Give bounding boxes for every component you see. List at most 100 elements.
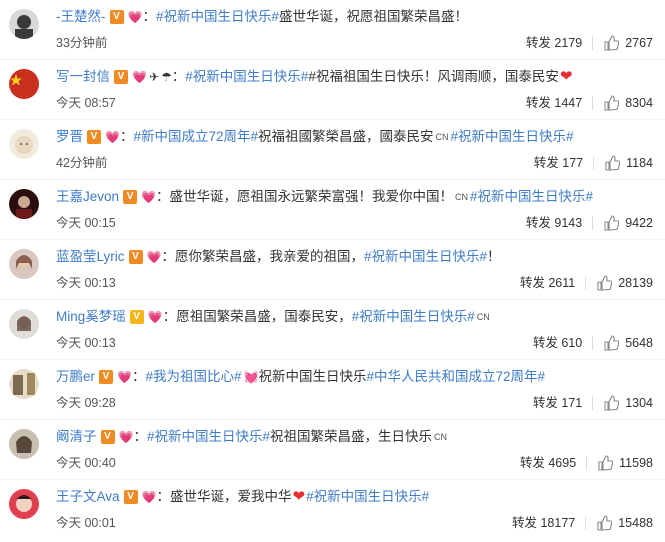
- avatar[interactable]: [9, 129, 39, 159]
- list-item: 蓝盈莹Lyric V 💗 ：愿你繁荣昌盛，我亲爱的祖国， #祝新中国生日快乐# …: [0, 240, 665, 300]
- list-item: 罗晋 V 💗 ： #新中国成立72周年# 祝福祖國繁榮昌盛，國泰民安 CN #祝…: [0, 120, 665, 180]
- hashtag[interactable]: #祝新中国生日快乐#: [185, 67, 308, 87]
- timestamp[interactable]: 33分钟前: [56, 35, 107, 51]
- username[interactable]: 罗晋: [56, 127, 83, 147]
- heart-icon: ❤: [292, 488, 306, 505]
- like-count: 8304: [625, 96, 653, 110]
- avatar[interactable]: [9, 369, 39, 399]
- verified-badge-icon: V: [87, 130, 101, 144]
- like-count: 5648: [625, 336, 653, 350]
- timestamp[interactable]: 42分钟前: [56, 155, 107, 171]
- divider: [585, 516, 587, 530]
- china-flag-icon: CN: [433, 432, 447, 442]
- divider: [592, 396, 594, 410]
- heart-hands-icon: 💗: [118, 430, 134, 444]
- like-button[interactable]: 2767: [603, 35, 653, 51]
- list-item: -王楚然- V 💗 ： #祝新中国生日快乐# 盛世华诞，祝愿祖国繁荣昌盛！ 33…: [0, 0, 665, 60]
- hashtag[interactable]: #中华人民共和国成立72周年#: [366, 367, 545, 387]
- username[interactable]: 写一封信: [56, 67, 110, 87]
- timestamp[interactable]: 今天 00:40: [56, 455, 116, 471]
- timestamp[interactable]: 今天 08:57: [56, 95, 116, 111]
- repost-button[interactable]: 转发 4695: [520, 455, 576, 471]
- like-button[interactable]: 5648: [603, 335, 653, 351]
- divider: [592, 36, 594, 50]
- avatar[interactable]: [9, 189, 39, 219]
- repost-button[interactable]: 转发 9143: [526, 215, 582, 231]
- repost-button[interactable]: 转发 2179: [526, 35, 582, 51]
- timestamp[interactable]: 今天 00:13: [56, 275, 116, 291]
- like-button[interactable]: 28139: [596, 275, 653, 291]
- avatar[interactable]: [9, 489, 39, 519]
- post-text: 祝祖国繁荣昌盛，生日快乐: [269, 429, 432, 444]
- repost-button[interactable]: 转发 177: [534, 155, 583, 171]
- post-text: ：盛世华诞，爱我中华: [156, 489, 292, 504]
- thumbs-up-icon: [604, 95, 620, 111]
- avatar[interactable]: [9, 69, 39, 99]
- hashtag[interactable]: #祝新中国生日快乐#: [156, 7, 279, 27]
- like-button[interactable]: 1184: [604, 155, 653, 171]
- username[interactable]: 万鹏er: [56, 367, 95, 387]
- paper-plane-icon: ✈: [148, 70, 160, 84]
- like-button[interactable]: 9422: [603, 215, 653, 231]
- avatar[interactable]: [9, 429, 39, 459]
- hashtag[interactable]: #祝新中国生日快乐#: [147, 427, 270, 447]
- like-button[interactable]: 8304: [603, 95, 653, 111]
- heart-hands-icon: 💗: [105, 130, 120, 144]
- list-item: 王嘉Jevon V 💗 ：盛世华诞，愿祖国永远繁荣富强！我爱你中国！ CN #祝…: [0, 180, 665, 240]
- avatar[interactable]: [9, 9, 39, 39]
- like-button[interactable]: 1304: [603, 395, 653, 411]
- hashtag[interactable]: #祝新中国生日快乐#: [306, 487, 429, 507]
- divider: [593, 156, 595, 170]
- hashtag[interactable]: #我为祖国比心#: [145, 367, 241, 387]
- avatar[interactable]: [9, 309, 39, 339]
- hashtag[interactable]: #祝新中国生日快乐#: [364, 247, 487, 267]
- like-button[interactable]: 11598: [597, 455, 653, 471]
- heart-icon: ❤: [559, 68, 573, 85]
- timestamp[interactable]: 今天 00:15: [56, 215, 116, 231]
- verified-badge-icon: V: [109, 10, 124, 24]
- like-count: 1304: [625, 396, 653, 410]
- verified-badge-icon: V: [123, 490, 138, 504]
- username[interactable]: 阚清子: [56, 427, 97, 447]
- repost-button[interactable]: 转发 2611: [520, 275, 575, 291]
- divider: [592, 96, 594, 110]
- timestamp[interactable]: 今天 00:13: [56, 335, 116, 351]
- like-count: 11598: [619, 456, 653, 470]
- verified-badge-icon: V: [114, 70, 128, 84]
- post-text: ：愿祖国繁荣昌盛，国泰民安，: [162, 309, 352, 324]
- post-text: 祝福祖國繁榮昌盛，國泰民安: [258, 129, 434, 144]
- timestamp[interactable]: 今天 00:01: [56, 515, 116, 531]
- username[interactable]: 王嘉Jevon: [56, 187, 119, 207]
- heart-hands-icon: 💗: [141, 490, 157, 504]
- timestamp[interactable]: 今天 09:28: [56, 395, 116, 411]
- username[interactable]: -王楚然-: [56, 7, 106, 27]
- list-item: 王子文Ava V 💗 ：盛世华诞，爱我中华 ❤ #祝新中国生日快乐# 今天 00…: [0, 480, 665, 540]
- repost-button[interactable]: 转发 171: [533, 395, 582, 411]
- post-text: 祝新中国生日快乐: [258, 369, 367, 384]
- username[interactable]: Ming奚梦瑶: [56, 307, 126, 327]
- china-flag-icon: CN: [476, 312, 490, 322]
- list-item: 万鹏er V 💗 ： #我为祖国比心# 💓 祝新中国生日快乐 #中华人民共和国成…: [0, 360, 665, 420]
- avatar[interactable]: [9, 249, 39, 279]
- thumbs-up-icon: [597, 275, 613, 291]
- divider: [592, 336, 594, 350]
- repost-button[interactable]: 转发 18177: [512, 515, 575, 531]
- list-item: 阚清子 V 💗 ： #祝新中国生日快乐# 祝祖国繁荣昌盛，生日快乐 CN 今天 …: [0, 420, 665, 480]
- hashtag[interactable]: #新中国成立72周年#: [133, 127, 258, 147]
- username[interactable]: 王子文Ava: [56, 487, 120, 507]
- post-text: ：愿你繁荣昌盛，我亲爱的祖国，: [161, 249, 364, 264]
- pink-heart-icon: 💓: [243, 370, 259, 384]
- hashtag[interactable]: #祝新中国生日快乐#: [470, 187, 593, 207]
- like-button[interactable]: 15488: [596, 515, 653, 531]
- thumbs-up-icon: [604, 335, 620, 351]
- list-item: 写一封信 V 💗 ✈ ☂ ： #祝新中国生日快乐# #祝福祖国生日快乐！风调雨顺…: [0, 60, 665, 120]
- heart-hands-icon: 💗: [146, 250, 162, 264]
- hashtag[interactable]: #祝新中国生日快乐#: [352, 307, 475, 327]
- username[interactable]: 蓝盈莹Lyric: [56, 247, 125, 267]
- verified-badge-icon: V: [129, 310, 144, 324]
- repost-button[interactable]: 转发 610: [533, 335, 582, 351]
- hashtag[interactable]: #祝新中国生日快乐#: [451, 127, 574, 147]
- repost-button[interactable]: 转发 1447: [526, 95, 582, 111]
- post-text: 盛世华诞，祝愿祖国繁荣昌盛！: [278, 9, 468, 24]
- like-count: 1184: [626, 156, 653, 170]
